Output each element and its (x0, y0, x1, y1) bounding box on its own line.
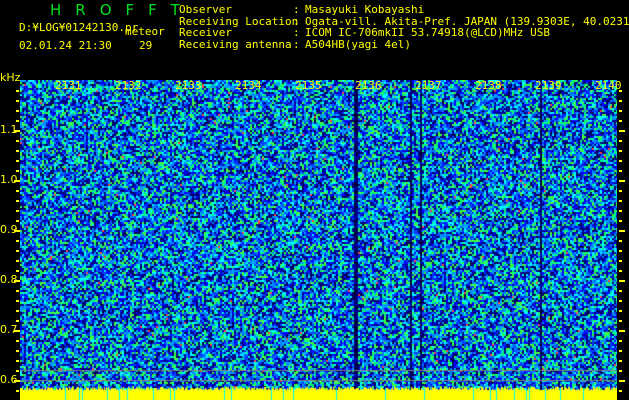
y-tick (16, 140, 19, 142)
y-tick-right (619, 340, 622, 342)
unit-label: kHz (0, 71, 21, 84)
y-tick-right (619, 210, 622, 212)
y-tick-right (619, 120, 622, 122)
time-label: 2132 (115, 79, 142, 92)
y-tick-right (619, 180, 625, 182)
time-label: 2138 (475, 79, 502, 92)
y-tick (14, 130, 20, 132)
y-tick (16, 190, 19, 192)
app-title: HROFFT (50, 1, 194, 19)
y-tick (16, 320, 19, 322)
time-label: 2136 (355, 79, 382, 92)
y-tick (16, 160, 19, 162)
y-tick-right (619, 320, 622, 322)
time-label: 2133 (175, 79, 202, 92)
y-tick (14, 280, 20, 282)
y-tick-right (619, 350, 622, 352)
y-tick (16, 340, 19, 342)
y-tick-right (619, 240, 622, 242)
y-tick-right (619, 390, 622, 392)
y-tick-right (619, 260, 622, 262)
y-tick-right (619, 230, 625, 232)
y-tick-right (619, 190, 622, 192)
info-label: Receiving antenna (179, 37, 292, 51)
y-tick-right (619, 130, 625, 132)
hrofft-window: HROFFT D:¥LOG¥01242130.pr meteor 02.01.2… (0, 0, 629, 400)
y-tick-right (619, 150, 622, 152)
y-tick (16, 250, 19, 252)
y-tick (16, 240, 19, 242)
y-tick-right (619, 380, 625, 382)
y-tick (16, 100, 19, 102)
y-tick-right (619, 270, 622, 272)
y-tick-right (619, 330, 625, 332)
y-tick-right (619, 310, 622, 312)
time-label: 2137 (415, 79, 442, 92)
y-tick (16, 350, 19, 352)
y-tick-right (619, 280, 625, 282)
y-tick-right (619, 290, 622, 292)
y-tick-right (619, 110, 622, 112)
y-tick (14, 380, 20, 382)
y-tick-right (619, 360, 622, 362)
info-colon: : (293, 37, 300, 51)
y-tick (16, 120, 19, 122)
y-tick-right (619, 250, 622, 252)
y-tick (16, 90, 19, 92)
y-tick-right (619, 100, 622, 102)
y-tick-right (619, 300, 622, 302)
y-tick (16, 200, 19, 202)
y-tick-right (619, 370, 622, 372)
info-value: A504HB(yagi 4el) (305, 37, 411, 51)
y-tick (16, 270, 19, 272)
time-label: 2131 (55, 79, 82, 92)
time-label: 2140 (595, 79, 622, 92)
y-tick (16, 290, 19, 292)
y-tick (14, 180, 20, 182)
y-tick (14, 230, 20, 232)
y-tick (16, 150, 19, 152)
y-tick (16, 260, 19, 262)
time-label: 2135 (295, 79, 322, 92)
y-tick (16, 220, 19, 222)
y-tick (16, 110, 19, 112)
meteor-count: 29 (139, 39, 153, 52)
datetime: 02.01.24 21:30 (19, 39, 112, 52)
y-tick-right (619, 140, 622, 142)
file-path: D:¥LOG¥01242130.pr (19, 21, 139, 34)
y-tick (16, 360, 19, 362)
y-tick-right (619, 200, 622, 202)
spectrogram (20, 80, 617, 400)
y-tick (16, 210, 19, 212)
y-tick-right (619, 160, 622, 162)
y-tick-right (619, 220, 622, 222)
y-tick (16, 170, 19, 172)
y-tick (16, 370, 19, 372)
y-tick-right (619, 170, 622, 172)
y-tick (14, 330, 20, 332)
time-label: 2134 (235, 79, 262, 92)
time-label: 2139 (535, 79, 562, 92)
y-tick (16, 390, 19, 392)
mode-label: meteor (125, 25, 165, 38)
y-tick (16, 310, 19, 312)
y-tick (16, 300, 19, 302)
